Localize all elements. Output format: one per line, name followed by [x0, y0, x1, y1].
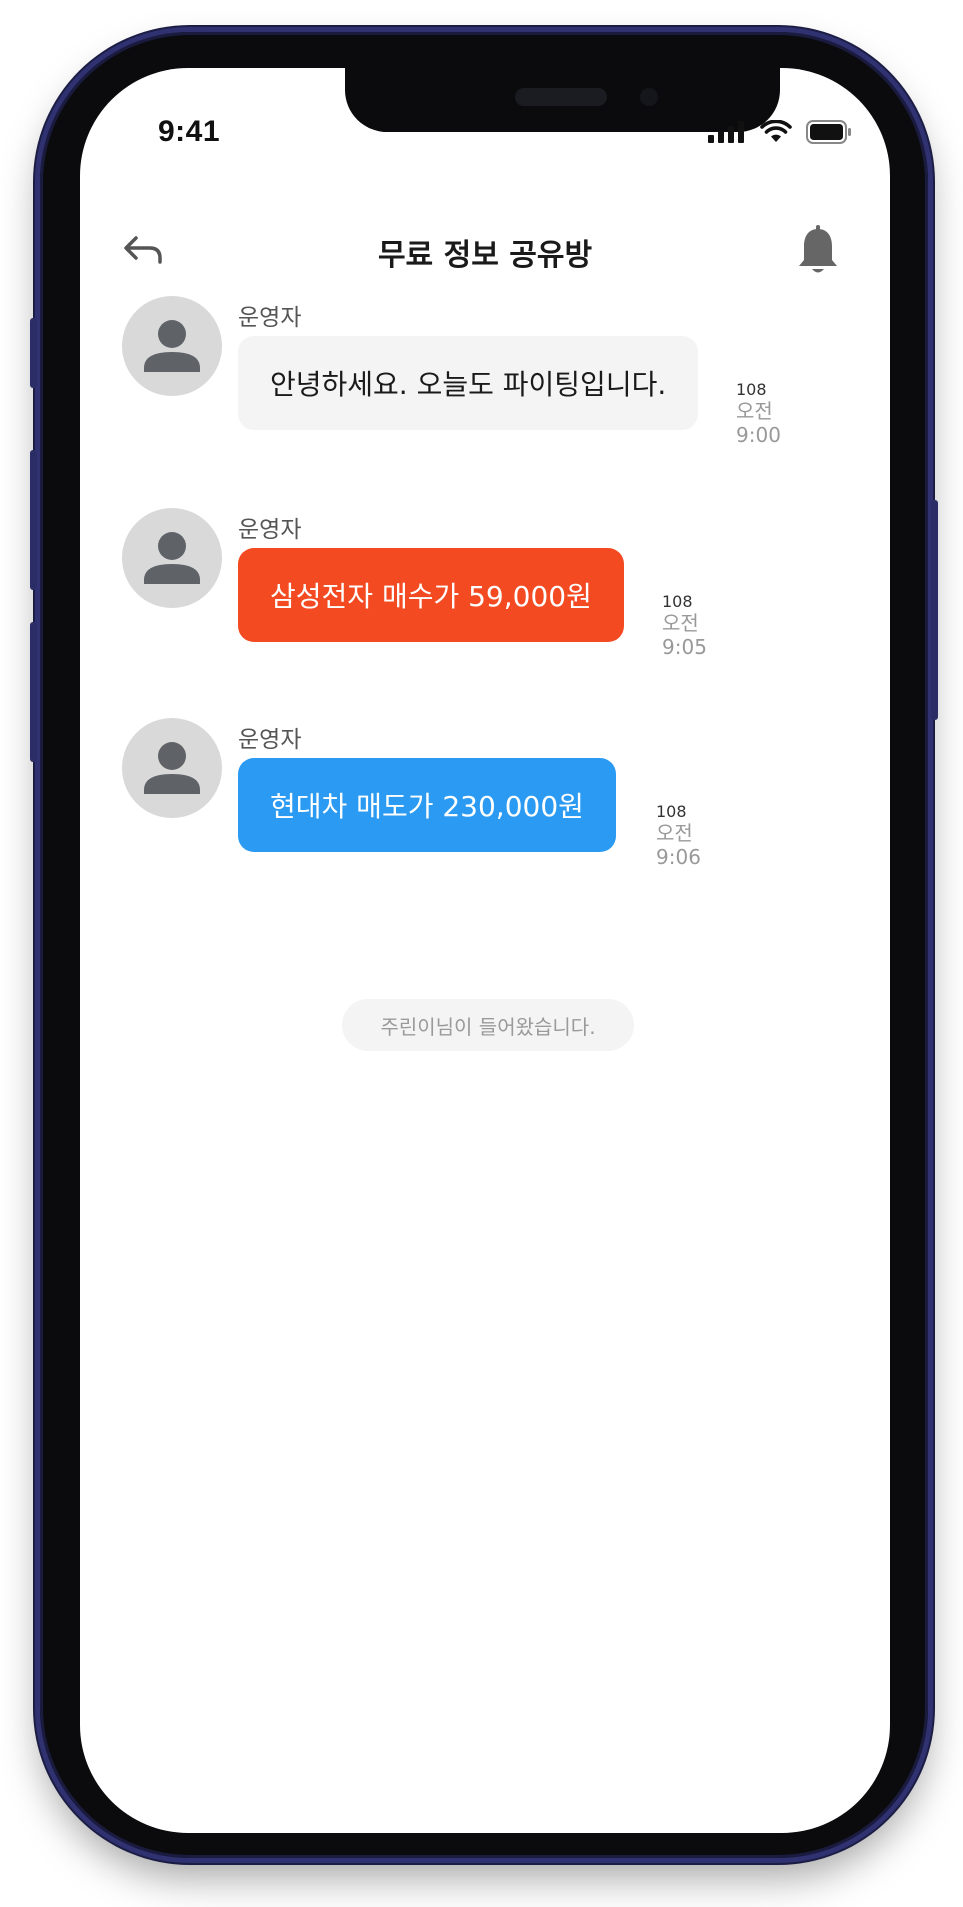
front-camera — [640, 88, 658, 106]
person-icon — [144, 320, 200, 372]
volume-up-button — [30, 450, 37, 590]
unread-count: 108 — [736, 380, 767, 399]
battery-icon — [806, 120, 851, 144]
sender-name: 운영자 — [238, 727, 302, 753]
notification-button[interactable] — [796, 224, 840, 276]
message-meta: 108 오전 9:00 — [736, 380, 781, 447]
avatar[interactable] — [122, 718, 222, 818]
message-meta: 108 오전 9:06 — [656, 802, 701, 869]
chat-header: 무료 정보 공유방 — [80, 218, 890, 288]
unread-count: 108 — [656, 802, 687, 821]
status-time: 9:41 — [158, 115, 221, 148]
message-bubble[interactable]: 안녕하세요. 오늘도 파이팅입니다. — [238, 336, 699, 430]
message-bubble[interactable]: 삼성전자 매수가 59,000원 — [238, 548, 624, 642]
message-time: 오전 9:05 — [662, 611, 707, 660]
page-title: 무료 정보 공유방 — [377, 238, 593, 273]
volume-down-button — [30, 622, 37, 762]
avatar[interactable] — [122, 296, 222, 396]
cellular-signal-icon — [708, 121, 744, 143]
phone-screen: 9:41 무료 정보 공유방 운영자 안녕하세요. 오늘도 파이팅입니다. 10… — [80, 68, 890, 1833]
person-icon — [144, 742, 200, 794]
avatar[interactable] — [122, 508, 222, 608]
unread-count: 108 — [662, 592, 693, 611]
person-icon — [144, 532, 200, 584]
sender-name: 운영자 — [238, 305, 302, 331]
sender-name: 운영자 — [238, 517, 302, 543]
system-notice: 주린이님이 들어왔습니다. — [342, 999, 634, 1051]
message-time: 오전 9:00 — [736, 399, 781, 448]
status-icons — [708, 120, 852, 144]
wifi-icon — [760, 120, 792, 142]
bell-icon — [799, 225, 837, 273]
mute-switch — [30, 318, 37, 388]
power-button — [931, 500, 938, 720]
message-meta: 108 오전 9:05 — [662, 592, 707, 659]
message-time: 오전 9:06 — [656, 821, 701, 870]
message-bubble[interactable]: 현대차 매도가 230,000원 — [238, 758, 616, 852]
